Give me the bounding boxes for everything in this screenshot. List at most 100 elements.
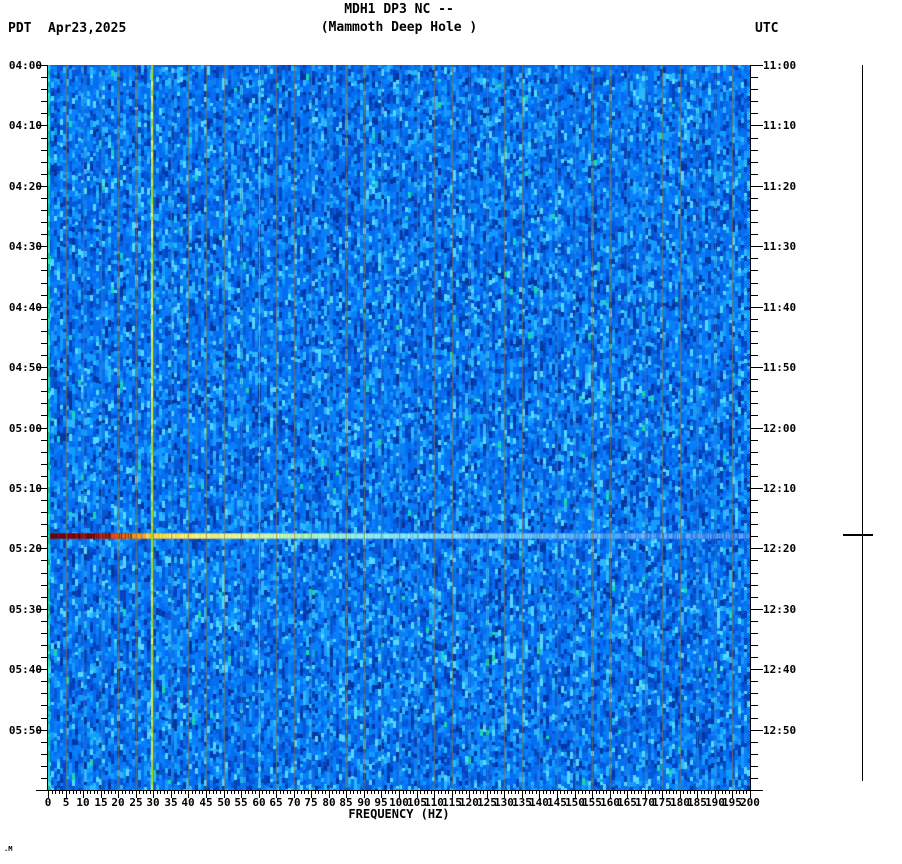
bottom-axis-tick — [459, 790, 460, 794]
right-axis-tick — [750, 488, 763, 489]
right-axis-tick — [750, 524, 758, 525]
left-axis-label: 05:40 — [8, 663, 42, 676]
bottom-axis-tick — [494, 790, 495, 794]
right-axis-label: 12:50 — [763, 724, 797, 737]
bottom-axis-tick — [339, 790, 340, 794]
right-axis-tick — [750, 234, 758, 235]
right-axis-tick — [750, 343, 758, 344]
bottom-axis-tick — [455, 790, 456, 794]
bottom-axis-tick — [209, 790, 210, 794]
bottom-axis-tick — [694, 790, 695, 794]
bottom-axis-tick — [585, 790, 586, 794]
right-axis-tick — [750, 210, 758, 211]
bottom-axis-tick — [413, 790, 414, 794]
right-axis-tick — [750, 428, 763, 429]
bottom-axis-tick — [606, 790, 607, 794]
right-axis-tick — [750, 415, 758, 416]
bottom-axis-tick — [676, 790, 677, 794]
bottom-axis-tick — [532, 790, 533, 794]
bottom-axis-tick — [164, 790, 165, 794]
bottom-axis-tick — [543, 790, 544, 794]
bottom-axis-tick — [332, 790, 333, 794]
bottom-axis-tick — [441, 790, 442, 794]
left-axis-tick — [41, 766, 48, 767]
bottom-axis-tick — [308, 790, 309, 794]
bottom-axis-tick — [536, 790, 537, 794]
right-axis-label: 11:00 — [763, 59, 797, 72]
bottom-axis-tick — [613, 790, 614, 794]
left-axis-label: 04:50 — [8, 361, 42, 374]
left-axis-tick — [41, 681, 48, 682]
bottom-axis-tick — [297, 790, 298, 794]
right-axis-tick — [750, 186, 763, 187]
bottom-axis-tick — [315, 790, 316, 794]
left-axis-tick — [41, 476, 48, 477]
left-axis-label: 05:30 — [8, 603, 42, 616]
bottom-axis-tick — [424, 790, 425, 794]
bottom-axis-tick — [255, 790, 256, 794]
bottom-axis-tick — [596, 790, 597, 794]
bottom-axis-tick — [90, 790, 91, 794]
bottom-axis-tick — [234, 790, 235, 794]
date-label: Apr23,2025 — [48, 21, 127, 36]
bottom-axis-tick — [515, 790, 516, 794]
right-axis-tick — [750, 500, 758, 501]
timezone-left-label: PDT — [8, 21, 32, 36]
left-axis-label: 05:20 — [8, 542, 42, 555]
bottom-axis-tick — [353, 790, 354, 794]
bottom-axis-tick — [462, 790, 463, 794]
bottom-axis-tick — [59, 790, 60, 794]
bottom-axis-tick — [725, 790, 726, 794]
right-axis-tick — [750, 331, 758, 332]
left-axis-tick — [41, 343, 48, 344]
left-axis-tick — [41, 138, 48, 139]
bottom-axis-tick — [157, 790, 158, 794]
bottom-axis-tick — [525, 790, 526, 794]
bottom-axis-tick — [438, 790, 439, 794]
bottom-axis-tick — [631, 790, 632, 794]
bottom-axis-tick — [603, 790, 604, 794]
bottom-axis-tick — [216, 790, 217, 794]
bottom-axis-tick — [167, 790, 168, 794]
bottom-axis-tick — [501, 790, 502, 794]
scale-bar-event-marker — [843, 534, 873, 536]
bottom-axis-tick — [129, 790, 130, 794]
bottom-axis-tick — [641, 790, 642, 794]
right-axis-tick — [750, 77, 758, 78]
bottom-axis-tick — [227, 790, 228, 794]
bottom-axis-tick — [638, 790, 639, 794]
bottom-axis-tick — [395, 790, 396, 794]
bottom-axis-tick — [178, 790, 179, 794]
bottom-axis-tick — [378, 790, 379, 794]
bottom-axis-tick — [97, 790, 98, 794]
left-axis-tick — [41, 415, 48, 416]
bottom-axis-tick — [480, 790, 481, 794]
bottom-axis-tick — [683, 790, 684, 794]
bottom-axis-tick — [711, 790, 712, 794]
bottom-axis-tick — [420, 790, 421, 794]
bottom-axis-tick — [336, 790, 337, 794]
left-axis-tick — [41, 295, 48, 296]
bottom-axis-tick — [195, 790, 196, 794]
right-axis-label: 12:40 — [763, 663, 797, 676]
bottom-axis-tick — [283, 790, 284, 794]
right-axis-tick — [750, 754, 758, 755]
right-axis-tick — [750, 621, 758, 622]
bottom-axis-tick — [483, 790, 484, 794]
right-axis-label: 11:40 — [763, 301, 797, 314]
bottom-axis-tick — [55, 790, 56, 794]
bottom-axis-tick — [403, 790, 404, 794]
bottom-axis-tick — [701, 790, 702, 794]
right-axis-tick — [750, 174, 758, 175]
bottom-axis-tick — [687, 790, 688, 794]
right-axis-tick — [750, 778, 758, 779]
bottom-axis-tick — [553, 790, 554, 794]
bottom-axis-tick — [529, 790, 530, 794]
right-axis-tick — [750, 693, 758, 694]
bottom-axis-tick — [729, 790, 730, 794]
left-axis-label: 04:40 — [8, 301, 42, 314]
bottom-axis-tick — [73, 790, 74, 794]
left-axis-tick — [41, 536, 48, 537]
bottom-axis-tick — [476, 790, 477, 794]
bottom-axis-tick — [374, 790, 375, 794]
